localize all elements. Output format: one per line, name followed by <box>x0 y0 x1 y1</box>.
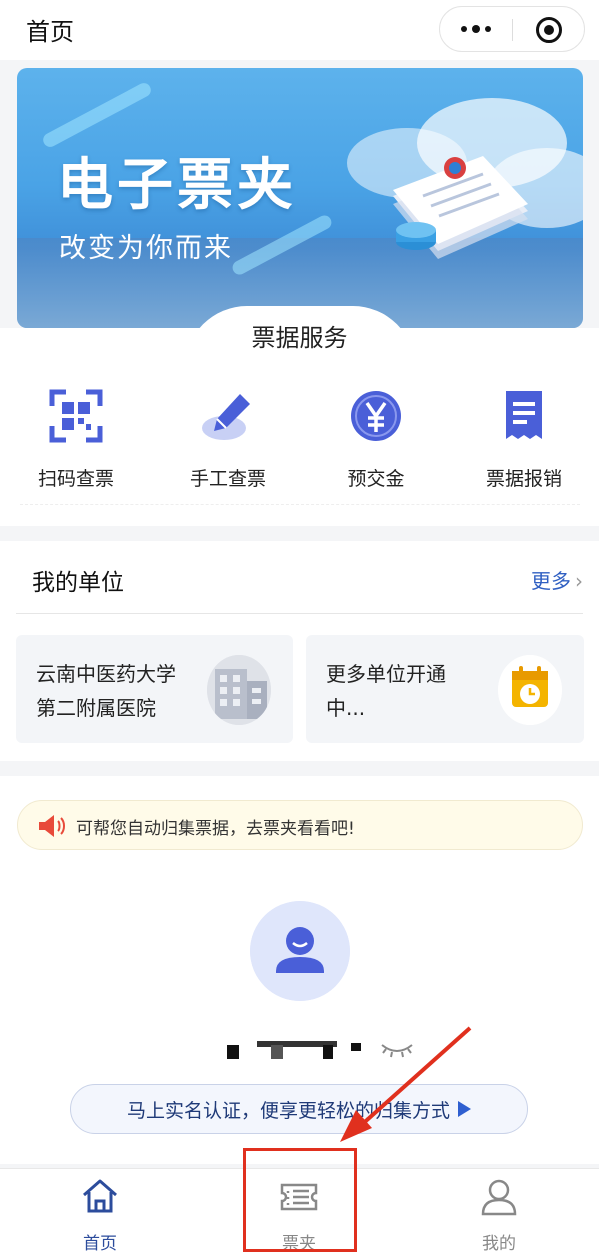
notice-text: 可帮您自动归集票据，去票夹看看吧! <box>76 819 355 839</box>
banner-headline: 电子票夹 <box>57 153 297 218</box>
profile-section: 可帮您自动归集票据，去票夹看看吧! 马上实名认证，便享更轻松的归集方式 <box>0 776 599 1164</box>
redacted-username <box>227 1041 362 1059</box>
promo-banner[interactable]: 电子票夹 改变为你而来 <box>17 68 583 328</box>
units-more-link[interactable]: 更多 › <box>531 565 583 594</box>
service-label: 扫码查票 <box>37 468 114 490</box>
certificate-illustration-icon <box>393 156 528 259</box>
qr-scan-icon <box>49 389 103 443</box>
receipt-icon <box>506 391 542 439</box>
navigation-bar: 首页 <box>0 0 599 60</box>
unit-name-line1: 云南中医药大学 <box>36 662 176 686</box>
banner-subline: 改变为你而来 <box>59 233 233 264</box>
eye-closed-icon[interactable] <box>380 1039 414 1059</box>
unit-name-line2: 第二附属医院 <box>36 696 156 720</box>
chevron-right-icon: › <box>575 569 583 593</box>
more-label: 更多 <box>531 569 571 593</box>
annotation-highlight-box <box>243 1148 357 1252</box>
notice-bar[interactable]: 可帮您自动归集票据，去票夹看看吧! <box>17 800 583 850</box>
divider <box>16 613 583 614</box>
speaker-icon <box>39 815 65 837</box>
building-icon <box>207 655 271 725</box>
tab-label: 我的 <box>482 1234 516 1254</box>
service-manual-ticket[interactable]: 手工查票 <box>168 388 288 491</box>
ticket-services-section: 票据服务 扫码查票 手工查票 预交金 票据报销 <box>0 306 599 526</box>
service-prepayment[interactable]: 预交金 <box>316 388 436 491</box>
unit-card[interactable]: 更多单位开通 中... <box>306 635 584 743</box>
calendar-clock-icon <box>498 655 562 725</box>
tab-label: 首页 <box>83 1234 117 1254</box>
avatar-icon <box>250 901 350 1001</box>
play-triangle-icon <box>458 1101 471 1117</box>
user-icon <box>481 1179 517 1216</box>
service-label: 手工查票 <box>189 468 266 490</box>
service-reimbursement[interactable]: 票据报销 <box>464 388 584 491</box>
my-units-section: 我的单位 更多 › 云南中医药大学 第二附属医院 更多单位开通 中... <box>0 541 599 761</box>
service-label: 预交金 <box>347 468 405 490</box>
verify-label: 马上实名认证，便享更轻松的归集方式 <box>126 1099 450 1122</box>
yen-coin-icon <box>351 391 401 441</box>
close-miniprogram-icon[interactable] <box>536 17 562 43</box>
tab-home[interactable]: 首页 <box>30 1177 170 1254</box>
page-title: 首页 <box>26 18 74 46</box>
service-scan-ticket[interactable]: 扫码查票 <box>16 388 136 491</box>
unit-name-line1: 更多单位开通 <box>326 662 446 686</box>
more-menu-icon[interactable] <box>440 7 512 51</box>
unit-name: 云南中医药大学 第二附属医院 <box>36 657 176 725</box>
unit-name-line2: 中... <box>326 696 366 720</box>
units-title: 我的单位 <box>32 570 124 596</box>
verify-identity-button[interactable]: 马上实名认证，便享更轻松的归集方式 <box>70 1084 528 1134</box>
mini-program-capsule <box>439 6 585 52</box>
pen-icon <box>202 394 250 440</box>
unit-name: 更多单位开通 中... <box>326 657 446 725</box>
home-icon <box>83 1179 117 1213</box>
service-label: 票据报销 <box>485 468 562 490</box>
decorative-divider <box>20 504 580 518</box>
capsule-divider <box>512 19 513 41</box>
services-title: 票据服务 <box>251 324 348 352</box>
tab-mine[interactable]: 我的 <box>429 1177 569 1254</box>
unit-card[interactable]: 云南中医药大学 第二附属医院 <box>16 635 293 743</box>
